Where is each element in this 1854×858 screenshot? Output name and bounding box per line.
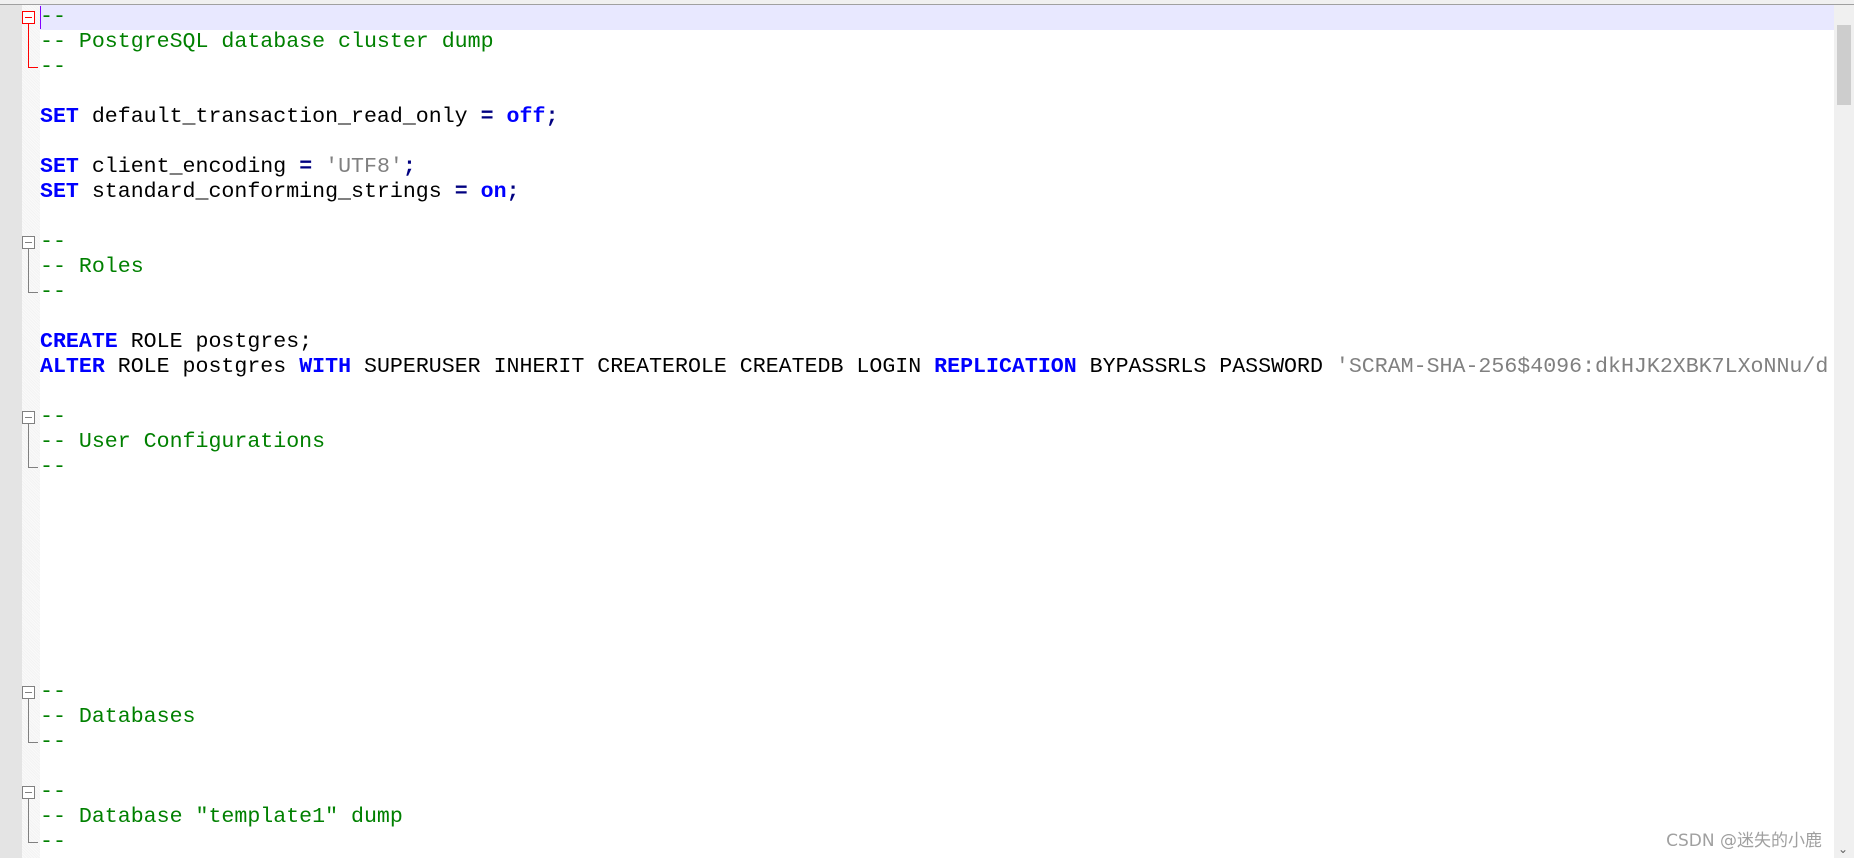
scroll-down-arrow-icon[interactable]: ⌄	[1838, 842, 1848, 856]
code-token: =	[299, 155, 313, 179]
comment-token: -- PostgreSQL database cluster dump	[40, 30, 494, 54]
code-token: ;	[545, 105, 559, 129]
fold-collapse-icon[interactable]	[22, 411, 35, 424]
text-caret	[40, 6, 41, 29]
code-line[interactable]: -- User Configurations	[40, 430, 1834, 455]
code-line[interactable]: -- Roles	[40, 255, 1834, 280]
fold-end-marker	[28, 467, 38, 468]
keyword-token: SET	[40, 105, 79, 129]
code-line[interactable]	[40, 305, 1834, 330]
watermark: CSDN @迷失的小鹿	[1666, 831, 1822, 851]
code-token: standard_conforming_strings	[78, 180, 455, 204]
code-line[interactable]: --	[40, 730, 1834, 755]
code-token: ROLE postgres;	[117, 330, 313, 354]
code-line[interactable]	[40, 480, 1834, 505]
code-token: =	[480, 105, 494, 129]
comment-token: --	[40, 230, 66, 254]
code-line[interactable]: --	[40, 280, 1834, 305]
code-line[interactable]: -- Databases	[40, 705, 1834, 730]
code-line[interactable]: --	[40, 455, 1834, 480]
code-line[interactable]	[40, 130, 1834, 155]
keyword-token: CREATE	[40, 330, 118, 354]
fold-collapse-icon[interactable]	[22, 686, 35, 699]
code-line[interactable]: --	[40, 5, 1834, 30]
code-line[interactable]: SET default_transaction_read_only = off;	[40, 105, 1834, 130]
code-line[interactable]	[40, 605, 1834, 630]
fold-end-marker	[28, 67, 38, 68]
fold-end-marker	[28, 842, 38, 843]
keyword-token: ALTER	[40, 355, 105, 379]
code-line[interactable]	[40, 380, 1834, 405]
fold-collapse-icon[interactable]	[22, 236, 35, 249]
code-line[interactable]: -- Database "template1" dump	[40, 805, 1834, 830]
code-line[interactable]	[40, 755, 1834, 780]
string-token: 'UTF8'	[325, 155, 403, 179]
code-token: SUPERUSER INHERIT CREATEROLE CREATEDB LO…	[351, 355, 935, 379]
keyword-token: on	[480, 180, 507, 204]
keyword-token: off	[506, 105, 546, 129]
keyword-token: SET	[40, 155, 79, 179]
fold-line	[28, 799, 29, 842]
comment-token: --	[40, 455, 66, 479]
code-line[interactable]	[40, 630, 1834, 655]
code-token: default_transaction_read_only	[78, 105, 481, 129]
fold-collapse-icon[interactable]	[22, 11, 35, 24]
fold-end-marker	[28, 742, 38, 743]
fold-line	[28, 424, 29, 467]
comment-token: --	[40, 780, 66, 804]
code-line[interactable]	[40, 555, 1834, 580]
code-line[interactable]: --	[40, 680, 1834, 705]
scrollbar-thumb[interactable]	[1837, 25, 1851, 105]
code-line[interactable]	[40, 505, 1834, 530]
code-line[interactable]: --	[40, 55, 1834, 80]
comment-token: -- Database "template1" dump	[40, 805, 403, 829]
comment-token: --	[40, 55, 66, 79]
comment-token: --	[40, 680, 66, 704]
code-line[interactable]: -- PostgreSQL database cluster dump	[40, 30, 1834, 55]
fold-line	[28, 699, 29, 742]
keyword-token: REPLICATION	[934, 355, 1077, 379]
code-token: client_encoding	[78, 155, 300, 179]
comment-token: --	[40, 280, 66, 304]
fold-end-marker	[28, 292, 38, 293]
vertical-scrollbar[interactable]: ⌄	[1834, 5, 1854, 858]
code-line[interactable]: CREATE ROLE postgres;	[40, 330, 1834, 355]
code-token: ROLE postgres	[104, 355, 300, 379]
code-line[interactable]: --	[40, 230, 1834, 255]
code-editor[interactable]: -- -- PostgreSQL database cluster dump -- S…	[0, 5, 1834, 858]
code-line[interactable]: ALTER ROLE postgres WITH SUPERUSER INHER…	[40, 355, 1834, 380]
comment-token: -- Databases	[40, 705, 196, 729]
keyword-token: SET	[40, 180, 79, 204]
code-token: BYPASSRLS PASSWORD	[1076, 355, 1336, 379]
code-line[interactable]: SET client_encoding = 'UTF8';	[40, 155, 1834, 180]
comment-token: -- User Configurations	[40, 430, 326, 454]
code-line[interactable]	[40, 580, 1834, 605]
keyword-token: WITH	[299, 355, 352, 379]
comment-token: --	[40, 830, 66, 854]
fold-line	[28, 249, 29, 292]
code-line[interactable]	[40, 80, 1834, 105]
comment-token: --	[40, 730, 66, 754]
code-line[interactable]	[40, 530, 1834, 555]
code-line[interactable]	[40, 205, 1834, 230]
comment-token: --	[40, 405, 66, 429]
code-line[interactable]: SET standard_conforming_strings = on;	[40, 180, 1834, 205]
string-token: 'SCRAM-SHA-256$4096:dkHJK2XBK7LXoNNu/d	[1335, 355, 1829, 379]
fold-line	[28, 24, 29, 67]
code-line[interactable]: --	[40, 780, 1834, 805]
code-line[interactable]: --	[40, 830, 1834, 855]
comment-token: --	[40, 5, 66, 29]
code-line[interactable]: --	[40, 405, 1834, 430]
fold-collapse-icon[interactable]	[22, 786, 35, 799]
comment-token: -- Roles	[40, 255, 144, 279]
code-line[interactable]	[40, 655, 1834, 680]
code-token: ;	[506, 180, 520, 204]
code-token: ;	[402, 155, 416, 179]
code-token: =	[454, 180, 468, 204]
